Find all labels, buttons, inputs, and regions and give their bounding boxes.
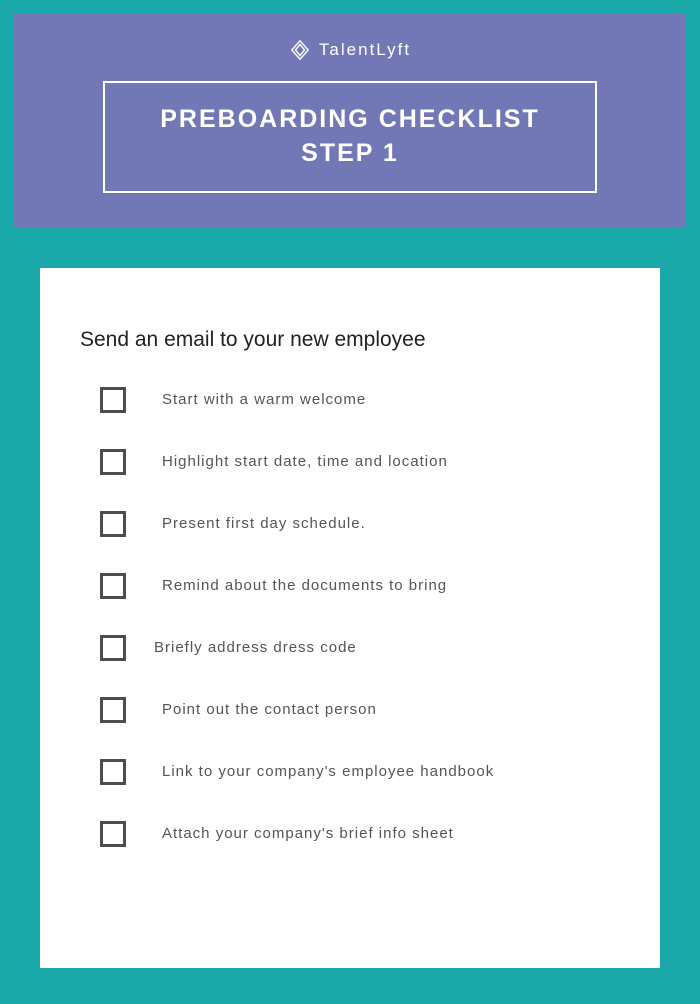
checkbox[interactable] bbox=[100, 697, 126, 723]
checkbox[interactable] bbox=[100, 511, 126, 537]
checklist-label: Attach your company's brief info sheet bbox=[162, 825, 454, 842]
checkbox[interactable] bbox=[100, 573, 126, 599]
title-line-2: STEP 1 bbox=[160, 137, 540, 171]
checklist-item: Highlight start date, time and location bbox=[100, 449, 620, 475]
checkbox[interactable] bbox=[100, 821, 126, 847]
checkbox[interactable] bbox=[100, 387, 126, 413]
checklist-label: Point out the contact person bbox=[162, 701, 377, 718]
section-heading: Send an email to your new employee bbox=[80, 328, 620, 352]
checklist-item: Link to your company's employee handbook bbox=[100, 759, 620, 785]
checklist-item: Remind about the documents to bring bbox=[100, 573, 620, 599]
talentlyft-logo-icon bbox=[289, 39, 311, 61]
checklist-item: Point out the contact person bbox=[100, 697, 620, 723]
checklist-label: Link to your company's employee handbook bbox=[162, 763, 494, 780]
checklist-label: Briefly address dress code bbox=[154, 639, 357, 656]
title-box: PREBOARDING CHECKLIST STEP 1 bbox=[103, 81, 597, 193]
checklist: Start with a warm welcome Highlight star… bbox=[80, 387, 620, 847]
content-wrapper: Send an email to your new employee Start… bbox=[0, 228, 700, 988]
title-line-1: PREBOARDING CHECKLIST bbox=[160, 103, 540, 137]
checklist-label: Present first day schedule. bbox=[162, 515, 366, 532]
checkbox[interactable] bbox=[100, 449, 126, 475]
checklist-item: Present first day schedule. bbox=[100, 511, 620, 537]
checklist-item: Briefly address dress code bbox=[100, 635, 620, 661]
logo-row: TalentLyft bbox=[289, 39, 411, 61]
checklist-label: Remind about the documents to bring bbox=[162, 577, 447, 594]
content-card: Send an email to your new employee Start… bbox=[40, 268, 660, 968]
checklist-item: Start with a warm welcome bbox=[100, 387, 620, 413]
checkbox[interactable] bbox=[100, 759, 126, 785]
logo-brand-text: TalentLyft bbox=[319, 40, 411, 60]
checklist-label: Start with a warm welcome bbox=[162, 391, 366, 408]
header-banner: TalentLyft PREBOARDING CHECKLIST STEP 1 bbox=[14, 14, 686, 228]
checklist-item: Attach your company's brief info sheet bbox=[100, 821, 620, 847]
checklist-label: Highlight start date, time and location bbox=[162, 453, 448, 470]
checkbox[interactable] bbox=[100, 635, 126, 661]
